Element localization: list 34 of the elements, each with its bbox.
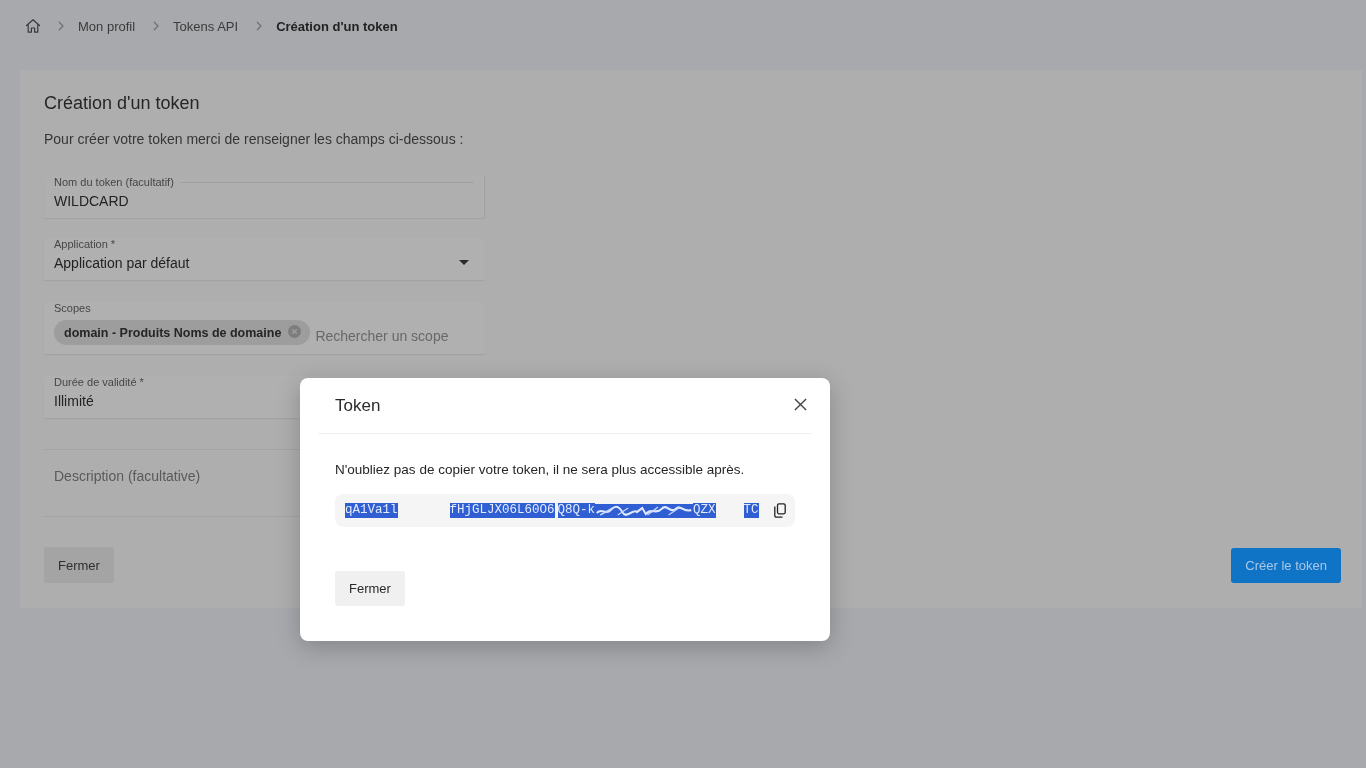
token-text: TC [743,503,759,518]
form-title: Création d'un token [44,92,201,114]
caret-down-icon [459,260,469,265]
field-placeholder: Description (facultative) [54,467,201,485]
home-icon[interactable] [25,18,41,34]
form-intro: Pour créer votre token merci de renseigner les champs ci-dessous : [44,130,465,148]
copy-icon[interactable] [774,503,786,518]
field-label: Scopes [54,302,91,315]
close-icon[interactable] [794,398,807,411]
scope-field[interactable]: Scopes domain - Produits Noms de domaine Rechercher un scope [44,302,485,354]
token-text: QZX [693,503,716,518]
scope-chip[interactable]: domain - Produits Noms de domaine [54,320,311,345]
field-value: Application par défaut [54,253,190,273]
breadcrumb-current: Création d'un token [276,18,398,34]
field-label: Nom du token (facultatif) [54,176,174,189]
close-form-button[interactable]: Fermer [44,547,114,583]
text-field[interactable]: Nom du token (facultatif) WILDCARD [44,176,485,218]
close-dialog-button[interactable]: Fermer [335,571,405,606]
scope-search-input[interactable]: Rechercher un scope [315,327,476,344]
token-text: Q8Q-k [557,503,596,518]
field-value: Illimité [54,391,94,411]
breadcrumb-link[interactable]: Mon profil [78,18,136,34]
field-label: Application * [54,238,116,251]
token-text: qA1Va1l [345,503,398,518]
token-text: fHjGLJX06L60O6 [449,503,555,518]
dialog-title: Token [335,395,381,416]
chevron-right-icon [58,21,64,31]
breadcrumb-link[interactable]: Tokens API [173,18,239,34]
select-field[interactable]: Application * Application par défaut [44,238,485,280]
token-field[interactable]: qA1Va1l fHjGLJX06L60O6 Q8Q-k QZX TC [335,494,795,527]
field-value: WILDCARD [54,191,129,211]
field-label: Durée de validité * [54,376,144,389]
chevron-right-icon [256,21,263,31]
chevron-right-icon [153,21,160,31]
